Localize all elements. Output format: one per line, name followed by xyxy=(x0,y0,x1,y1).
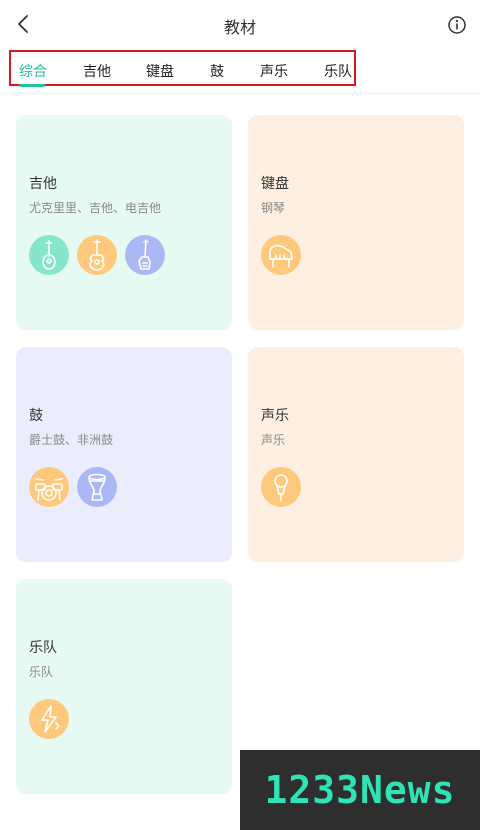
card-keyboard[interactable]: 键盘 钢琴 xyxy=(248,115,464,330)
tab-keyboard[interactable]: 键盘 xyxy=(146,61,174,81)
watermark-logo: 1233News xyxy=(240,750,480,830)
tab-drums[interactable]: 鼓 xyxy=(210,61,224,81)
card-subtitle: 爵士鼓、非洲鼓 xyxy=(29,433,114,447)
card-subtitle: 声乐 xyxy=(261,433,286,447)
card-subtitle: 钢琴 xyxy=(261,201,286,215)
info-button[interactable] xyxy=(447,15,467,35)
info-circle-icon xyxy=(448,16,466,34)
card-subtitle: 乐队 xyxy=(29,665,54,679)
drum-kit-icon xyxy=(29,467,69,507)
card-title: 键盘 xyxy=(261,176,289,192)
electric-guitar-icon xyxy=(125,235,165,275)
ukulele-icon xyxy=(29,235,69,275)
card-subtitle: 尤克里里、吉他、电吉他 xyxy=(29,201,162,215)
card-title: 鼓 xyxy=(29,408,43,424)
card-title: 乐队 xyxy=(29,640,57,656)
card-title: 吉他 xyxy=(29,176,57,192)
card-drums[interactable]: 鼓 爵士鼓、非洲鼓 xyxy=(16,347,232,562)
card-vocal[interactable]: 声乐 声乐 xyxy=(248,347,464,562)
guitar-icon xyxy=(77,235,117,275)
card-title: 声乐 xyxy=(261,408,289,424)
card-band[interactable]: 乐队 乐队 xyxy=(16,579,232,794)
tab-general[interactable]: 综合 xyxy=(19,61,47,81)
header-divider xyxy=(0,93,480,94)
active-tab-indicator xyxy=(19,84,45,87)
djembe-icon xyxy=(77,467,117,507)
category-tabs: 综合 吉他 键盘 鼓 声乐 乐队 xyxy=(9,50,356,86)
tab-guitar[interactable]: 吉他 xyxy=(83,61,111,81)
card-guitar[interactable]: 吉他 尤克里里、吉他、电吉他 xyxy=(16,115,232,330)
microphone-icon xyxy=(261,467,301,507)
tab-band[interactable]: 乐队 xyxy=(324,61,352,81)
tab-vocal[interactable]: 声乐 xyxy=(260,61,288,81)
app-header: 教材 xyxy=(0,0,480,48)
lightning-icon xyxy=(29,699,69,739)
piano-icon xyxy=(261,235,301,275)
page-title: 教材 xyxy=(223,18,256,37)
